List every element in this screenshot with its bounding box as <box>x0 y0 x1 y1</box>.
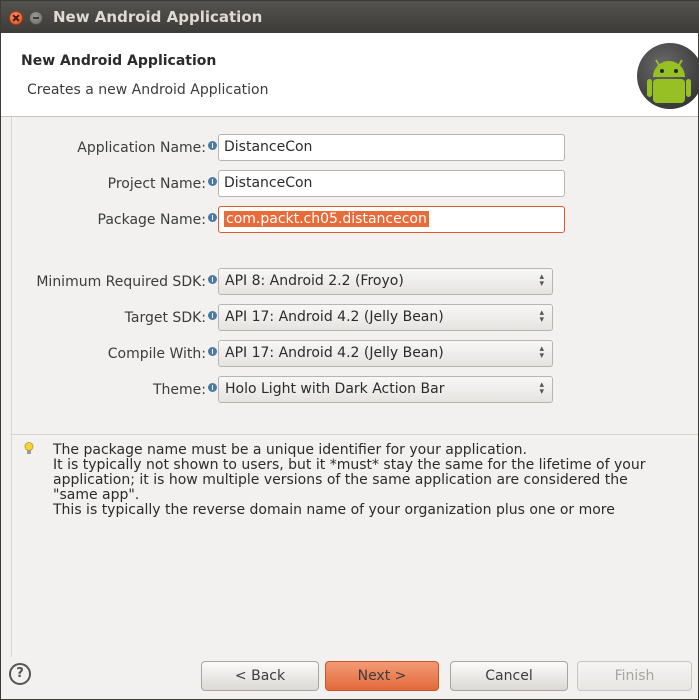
theme-label-text: Theme: <box>152 382 206 398</box>
target-sdk-select[interactable]: API 17: Android 4.2 (Jelly Bean) ▴ ▾ <box>218 304 553 331</box>
compile-with-label: Compile With: <box>21 346 217 362</box>
info-icon <box>208 213 217 222</box>
updown-arrows-icon: ▴ ▾ <box>539 380 544 397</box>
target-sdk-label-text: Target SDK: <box>124 310 206 326</box>
next-button[interactable]: Next > <box>325 661 439 691</box>
info-divider <box>11 434 698 435</box>
cancel-button[interactable]: Cancel <box>450 661 568 691</box>
package-name-label: Package Name: <box>21 212 217 228</box>
title-bar: New Android Application <box>1 1 699 33</box>
package-name-help-text: The package name must be a unique identi… <box>53 443 693 518</box>
finish-button[interactable]: Finish <box>577 661 692 691</box>
compile-with-label-text: Compile With: <box>107 346 206 362</box>
info-icon <box>208 311 217 320</box>
theme-select[interactable]: Holo Light with Dark Action Bar ▴ ▾ <box>218 376 553 403</box>
updown-arrows-icon: ▴ ▾ <box>539 308 544 325</box>
updown-arrows-icon: ▴ ▾ <box>539 272 544 289</box>
banner-title: New Android Application <box>21 53 217 69</box>
info-icon <box>208 275 217 284</box>
help-line: "same app". <box>53 487 140 503</box>
left-divider <box>11 117 12 657</box>
target-sdk-label: Target SDK: <box>21 310 217 326</box>
target-sdk-value: API 17: Android 4.2 (Jelly Bean) <box>225 309 444 325</box>
project-name-value: DistanceCon <box>224 175 313 191</box>
project-name-label: Project Name: <box>21 176 217 192</box>
help-line: It is typically not shown to users, but … <box>53 457 646 473</box>
help-line: This is typically the reverse domain nam… <box>53 502 615 518</box>
compile-with-select[interactable]: API 17: Android 4.2 (Jelly Bean) ▴ ▾ <box>218 340 553 367</box>
back-button[interactable]: < Back <box>201 661 319 691</box>
help-line: The package name must be a unique identi… <box>53 442 527 458</box>
project-name-label-text: Project Name: <box>107 176 206 192</box>
info-icon <box>208 177 217 186</box>
window-title: New Android Application <box>53 8 263 26</box>
help-line: application; it is how multiple versions… <box>53 472 628 488</box>
app-name-field[interactable]: DistanceCon <box>218 134 565 161</box>
updown-arrows-icon: ▴ ▾ <box>539 344 544 361</box>
close-icon[interactable] <box>9 11 23 25</box>
help-icon[interactable]: ? <box>9 663 31 685</box>
theme-label: Theme: <box>21 382 217 398</box>
wizard-banner: New Android Application Creates a new An… <box>1 33 699 117</box>
android-logo-icon <box>637 43 699 109</box>
info-icon <box>208 383 217 392</box>
package-name-label-text: Package Name: <box>97 212 207 228</box>
app-name-label: Application Name: <box>21 140 217 156</box>
compile-with-value: API 17: Android 4.2 (Jelly Bean) <box>225 345 444 361</box>
app-name-label-text: Application Name: <box>77 140 206 156</box>
package-name-field[interactable]: com.packt.ch05.distancecon <box>218 206 565 233</box>
minimize-icon[interactable] <box>29 11 43 25</box>
lightbulb-icon <box>24 442 34 454</box>
info-icon <box>208 141 217 150</box>
min-sdk-label-text: Minimum Required SDK: <box>36 274 206 290</box>
banner-description: Creates a new Android Application <box>27 82 269 98</box>
min-sdk-value: API 8: Android 2.2 (Froyo) <box>225 273 404 289</box>
theme-value: Holo Light with Dark Action Bar <box>225 381 445 397</box>
project-name-field[interactable]: DistanceCon <box>218 170 565 197</box>
min-sdk-label: Minimum Required SDK: <box>21 274 217 290</box>
info-icon <box>208 347 217 356</box>
min-sdk-select[interactable]: API 8: Android 2.2 (Froyo) ▴ ▾ <box>218 268 553 295</box>
app-name-value: DistanceCon <box>224 139 313 155</box>
dialog-window: New Android Application New Android Appl… <box>0 0 699 700</box>
package-name-value: com.packt.ch05.distancecon <box>224 211 429 227</box>
